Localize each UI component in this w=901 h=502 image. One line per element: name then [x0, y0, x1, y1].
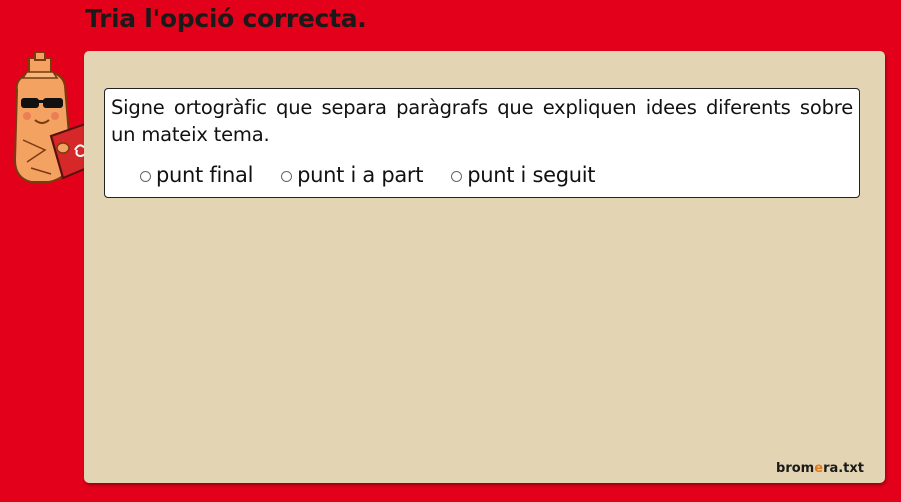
answer-options: punt final punt i a part punt i seguit: [140, 163, 596, 187]
question-text: Signe ortogràfic que separa paràgrafs qu…: [111, 96, 853, 146]
radio-button[interactable]: [451, 170, 463, 182]
option-punt-final[interactable]: punt final: [140, 163, 253, 187]
option-label: punt final: [156, 163, 254, 187]
option-label: punt i seguit: [467, 163, 596, 187]
option-punt-i-a-part[interactable]: punt i a part: [281, 163, 424, 187]
question-box: Signe ortogràfic que separa paràgrafs qu…: [104, 88, 860, 198]
brand-accent: e: [814, 461, 824, 476]
radio-button[interactable]: [140, 170, 151, 182]
option-label: punt i a part: [297, 163, 424, 187]
radio-button[interactable]: [281, 170, 293, 182]
brand-suffix: ra.txt: [823, 461, 864, 476]
brand-logo: bromera.txt: [776, 461, 864, 476]
exercise-panel: Signe ortogràfic que separa paràgrafs qu…: [84, 51, 885, 483]
brand-prefix: brom: [776, 461, 815, 476]
page-title: Tria l'opció correcta.: [85, 4, 367, 33]
option-punt-i-seguit[interactable]: punt i seguit: [451, 163, 596, 187]
